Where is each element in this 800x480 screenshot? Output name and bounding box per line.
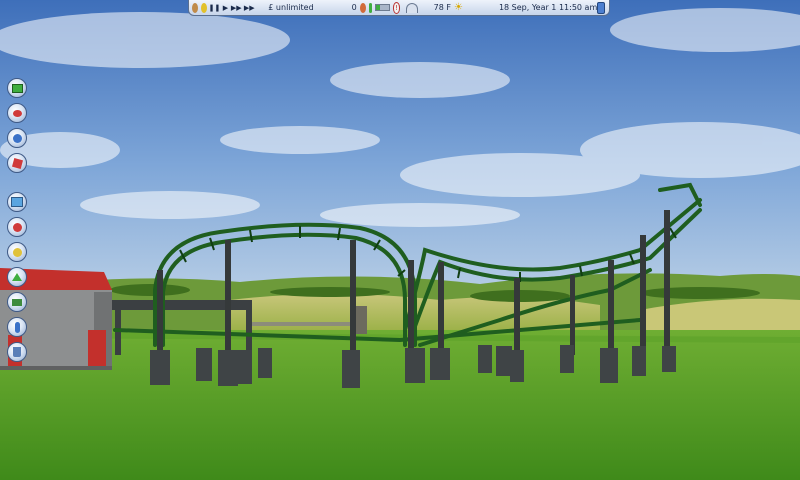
date-time: 18 Sep, Year 1 11:50 am bbox=[498, 3, 598, 12]
research-icon[interactable] bbox=[7, 153, 27, 173]
scenery-icon[interactable] bbox=[7, 217, 27, 237]
park-icon[interactable] bbox=[192, 2, 198, 13]
pause-icon[interactable]: ❚❚ bbox=[209, 3, 221, 13]
guests-icon[interactable] bbox=[7, 128, 27, 148]
gauge-icon[interactable] bbox=[406, 2, 418, 13]
ride-build-icon[interactable] bbox=[7, 192, 27, 212]
warning-icon[interactable]: ! bbox=[392, 1, 401, 14]
park-rating-bar[interactable] bbox=[374, 4, 390, 11]
rating-icon bbox=[368, 2, 372, 13]
options-icon[interactable] bbox=[597, 1, 605, 14]
guest-count[interactable]: 0 bbox=[352, 3, 357, 12]
guests-icon[interactable] bbox=[359, 2, 366, 13]
sun-icon: ☀ bbox=[453, 1, 463, 13]
temperature: 78 F bbox=[433, 3, 451, 12]
staff-icon[interactable] bbox=[7, 317, 27, 337]
faster-forward-icon[interactable]: ▶▶ bbox=[244, 3, 255, 13]
fast-forward-icon[interactable]: ▶▶ bbox=[231, 3, 242, 13]
terrain-icon[interactable] bbox=[7, 267, 27, 287]
game-viewport[interactable] bbox=[0, 0, 800, 480]
status-bar: ❚❚ ▶ ▶▶ ▶▶ £ unlimited 0 ! 78 F ☀ 18 Sep… bbox=[188, 0, 610, 16]
clock-icon[interactable] bbox=[200, 2, 207, 13]
money-display[interactable]: £ unlimited bbox=[268, 3, 313, 12]
play-icon[interactable]: ▶ bbox=[223, 3, 229, 13]
paths-icon[interactable] bbox=[7, 242, 27, 262]
delete-icon[interactable] bbox=[7, 342, 27, 362]
water-icon[interactable] bbox=[7, 292, 27, 312]
finance-icon[interactable] bbox=[7, 103, 27, 123]
park-management-icon[interactable] bbox=[7, 78, 27, 98]
